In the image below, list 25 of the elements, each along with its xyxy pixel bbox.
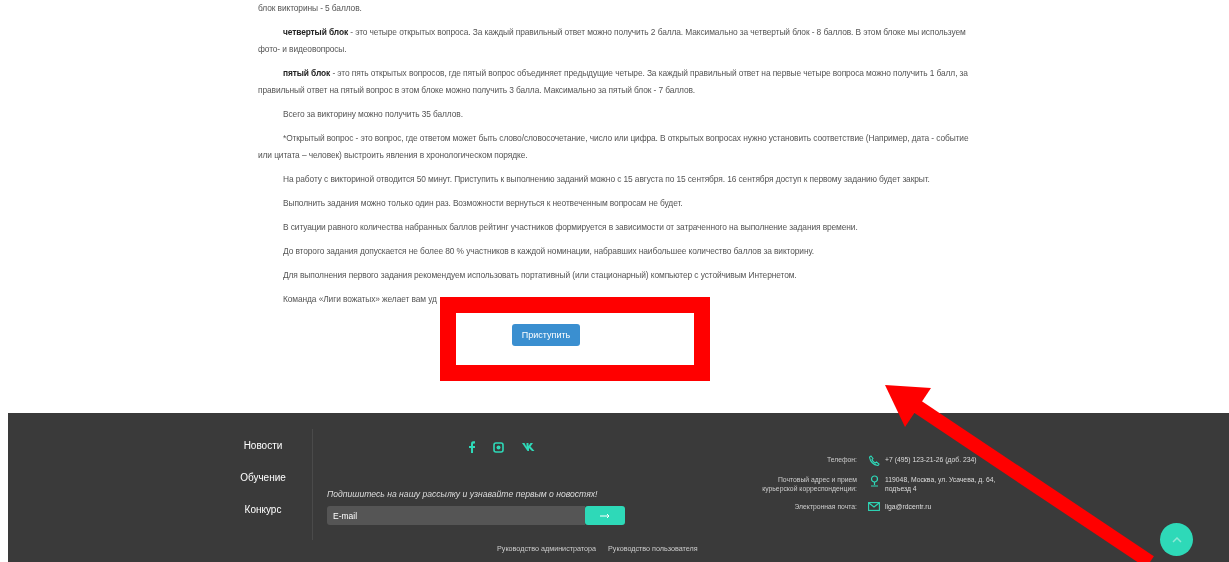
phone-icon <box>868 455 880 466</box>
paragraph: пятый блок - это пять открытых вопросов, где пятый вопрос объединяет предыдущие четыре. За каждый правильный ответ на первые четыре вопроса можно получить 1 балл, за правильный ответ на пятый вопрос в этом блоке можно получить 3 балла. Максимально за пятый блок - 7 баллов. <box>258 67 969 97</box>
paragraph: блок викторины - 5 баллов. <box>258 2 363 15</box>
vk-icon[interactable] <box>522 443 535 451</box>
facebook-icon[interactable] <box>469 441 475 453</box>
paragraph: четвертый блок - это четыре открытых вопроса. За каждый правильный ответ можно получить 2 балла. Максимально за четвертый блок - 8 баллов. В этом блоке мы используем фото- и видеовопросы. <box>258 26 967 56</box>
email-field[interactable]: E-mail <box>327 506 585 525</box>
camera-icon[interactable] <box>493 441 504 453</box>
paragraph: Всего за викторину можно получить 35 баллов. <box>282 108 464 121</box>
paragraph: Для выполнения первого задания рекомендуем использовать портативный (или стационарный) компьютер с устойчивым Интернетом. <box>282 269 798 282</box>
envelope-icon <box>868 502 880 511</box>
paragraph: В ситуации равного количества набранных баллов рейтинг участников формируется в зависимости от затраченного на выполнение задания времени. <box>282 221 859 234</box>
paragraph: *Открытый вопрос - это вопрос, где ответом может быть слово/словосочетание, число или цифра. В открытых вопросах нужно установить соответствие (Например, дата - событие или цитата – человек) выстроить явления в хронологическом порядке. <box>258 132 970 162</box>
paragraph: На работу с викториной отводится 50 минут. Приступить к выполнению заданий можно с 15 августа по 15 сентября. 16 сентября доступ к первому заданию будет закрыт. <box>282 173 931 186</box>
subscribe-text: Подпишитесь на нашу рассылку и узнавайте первым о новостях! <box>327 489 599 499</box>
paragraph: До второго задания допускается не более 80 % участников в каждой номинации, набравших наибольшее количество баллов за викторину. <box>282 245 815 258</box>
location-pin-icon <box>869 475 879 487</box>
paragraph: Команда «Лиги вожатых» желает вам уд <box>282 293 438 306</box>
chevron-up-icon <box>1171 536 1182 543</box>
scroll-top-button[interactable] <box>1160 523 1193 556</box>
paragraph: Выполнить задания можно только один раз. Возможности вернуться к неотвеченным вопросам не будет. <box>282 197 684 210</box>
arrow-right-icon <box>600 513 610 518</box>
nav-link[interactable]: Новости <box>234 437 292 455</box>
nav-link[interactable]: Обучение <box>234 469 292 487</box>
nav-link[interactable]: Конкурс <box>234 501 292 519</box>
